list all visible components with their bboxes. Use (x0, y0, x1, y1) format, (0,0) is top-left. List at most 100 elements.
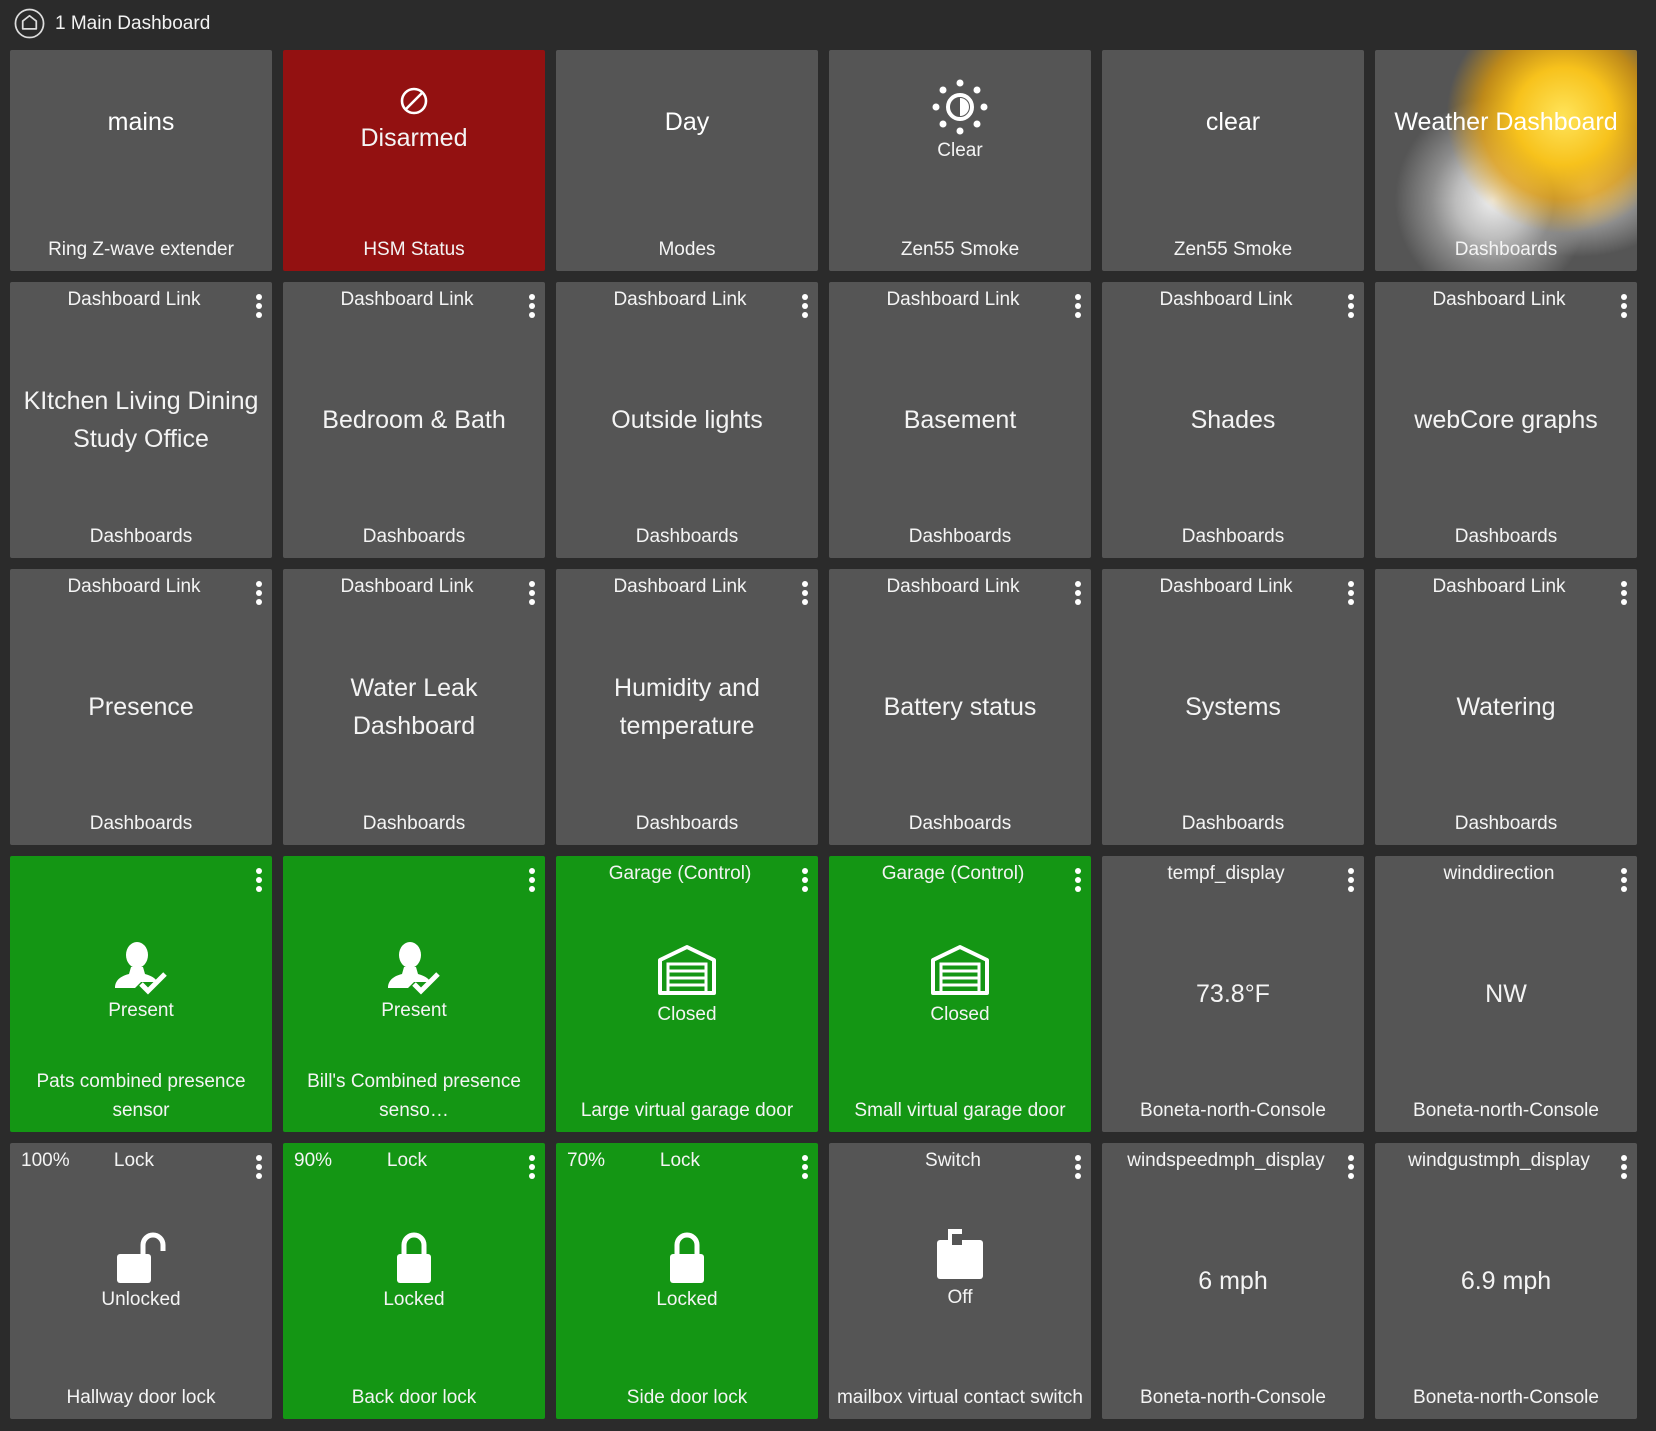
tile-dashboard-link-systems[interactable]: Dashboard Link Systems Dashboards (1102, 569, 1364, 845)
tile-menu-icon[interactable] (1348, 581, 1354, 605)
tile-device-name: Side door lock (626, 1387, 748, 1408)
lock-icon (397, 1232, 431, 1283)
tile-label: tempf_display (1167, 863, 1285, 884)
tile-device-name: HSM Status (363, 239, 465, 260)
tile-state: Closed (930, 1004, 990, 1025)
lock-icon (670, 1232, 704, 1283)
disarmed-icon (400, 87, 428, 115)
tile-state: Bedroom & Bath (322, 406, 506, 434)
tile-wind-speed[interactable]: windspeedmph_display 6 mph Boneta-north-… (1102, 1143, 1364, 1419)
tile-label: Dashboard Link (613, 576, 747, 597)
tile-dashboard-link-bedroom[interactable]: Dashboard Link Bedroom & Bath Dashboards (283, 282, 545, 558)
tile-menu-icon[interactable] (802, 868, 808, 892)
tile-dashboard-link-outside-lights[interactable]: Dashboard Link Outside lights Dashboards (556, 282, 818, 558)
tile-state: KItchen Living Dining Study Office (23, 387, 259, 453)
garage-icon (658, 945, 716, 995)
tile-menu-icon[interactable] (256, 868, 262, 892)
tile-state: Systems (1185, 693, 1281, 721)
person-check-icon (388, 942, 440, 995)
tile-lock-back-door[interactable]: 90% Lock Locked Back door lock (283, 1143, 545, 1419)
tile-device-name: Boneta-north-Console (1413, 1387, 1599, 1408)
tile-wind-gust[interactable]: windgustmph_display 6.9 mph Boneta-north… (1375, 1143, 1637, 1419)
tile-lock-hallway[interactable]: 100% Lock Unlocked Hallway door lock (10, 1143, 272, 1419)
tile-state: Locked (656, 1289, 718, 1310)
tile-menu-icon[interactable] (529, 868, 535, 892)
tile-state: Watering (1456, 693, 1556, 721)
tile-modes[interactable]: Day Modes (556, 50, 818, 271)
tile-dashboard-link-water-leak[interactable]: Dashboard Link Water Leak Dashboard Dash… (283, 569, 545, 845)
tile-dashboard-link-presence[interactable]: Dashboard Link Presence Dashboards (10, 569, 272, 845)
tile-lock-side-door[interactable]: 70% Lock Locked Side door lock (556, 1143, 818, 1419)
tile-menu-icon[interactable] (802, 1155, 808, 1179)
tile-label: winddirection (1443, 863, 1555, 884)
tile-menu-icon[interactable] (256, 1155, 262, 1179)
tile-smoke-clear-icon[interactable]: Clear Zen55 Smoke (829, 50, 1091, 271)
tile-menu-icon[interactable] (1075, 294, 1081, 318)
tile-device-name: Dashboards (89, 526, 193, 547)
tile-dashboard-link-basement[interactable]: Dashboard Link Basement Dashboards (829, 282, 1091, 558)
tile-menu-icon[interactable] (1621, 868, 1627, 892)
tile-menu-icon[interactable] (1621, 581, 1627, 605)
tile-dashboard-link-kitchen[interactable]: Dashboard Link KItchen Living Dining Stu… (10, 282, 272, 558)
tile-menu-icon[interactable] (1075, 868, 1081, 892)
tile-presence-bill[interactable]: Present Bill's Combined presence senso… (283, 856, 545, 1132)
tile-temperature[interactable]: tempf_display 73.8°F Boneta-north-Consol… (1102, 856, 1364, 1132)
tile-state: Water Leak Dashboard (350, 674, 478, 740)
unlock-icon (117, 1232, 166, 1283)
tile-dashboard-link-battery[interactable]: Dashboard Link Battery status Dashboards (829, 569, 1091, 845)
tile-label: Dashboard Link (886, 576, 1020, 597)
tile-menu-icon[interactable] (256, 294, 262, 318)
tile-menu-icon[interactable] (1621, 294, 1627, 318)
tile-garage-large[interactable]: Garage (Control) Closed Large virtual ga… (556, 856, 818, 1132)
home-icon[interactable] (14, 8, 45, 39)
tile-device-name: Back door lock (351, 1387, 477, 1408)
tile-state: Day (664, 108, 710, 136)
tile-device-name: Dashboards (908, 526, 1012, 547)
tile-switch-mailbox[interactable]: Switch Off mailbox virtual contact switc… (829, 1143, 1091, 1419)
tile-menu-icon[interactable] (1348, 1155, 1354, 1179)
tile-label: Dashboard Link (1432, 576, 1566, 597)
tile-label: windspeedmph_display (1127, 1150, 1325, 1171)
dashboard-title: 1 Main Dashboard (55, 12, 211, 34)
tile-device-name: Pats combined presence sensor (36, 1071, 246, 1121)
tile-weather-dashboard[interactable]: Weather Dashboard Dashboards (1375, 50, 1637, 271)
tile-device-name: Boneta-north-Console (1140, 1100, 1326, 1121)
tile-menu-icon[interactable] (529, 581, 535, 605)
tile-device-name: Boneta-north-Console (1140, 1387, 1326, 1408)
tile-device-name: Dashboards (362, 813, 466, 834)
tile-dashboard-link-shades[interactable]: Dashboard Link Shades Dashboards (1102, 282, 1364, 558)
tile-smoke-clear[interactable]: clear Zen55 Smoke (1102, 50, 1364, 271)
tile-menu-icon[interactable] (1075, 1155, 1081, 1179)
tile-menu-icon[interactable] (529, 1155, 535, 1179)
tile-device-name: Dashboards (1454, 526, 1558, 547)
tile-state: Outside lights (611, 406, 763, 434)
tile-state: 6.9 mph (1460, 1267, 1552, 1295)
tile-hsm-status[interactable]: Disarmed HSM Status (283, 50, 545, 271)
tile-device-name: Boneta-north-Console (1413, 1100, 1599, 1121)
tile-dashboard-link-watering[interactable]: Dashboard Link Watering Dashboards (1375, 569, 1637, 845)
tile-dashboard-link-humidity[interactable]: Dashboard Link Humidity and temperature … (556, 569, 818, 845)
tile-menu-icon[interactable] (1348, 294, 1354, 318)
tile-power-source[interactable]: mains Ring Z-wave extender (10, 50, 272, 271)
tile-state: 6 mph (1198, 1267, 1268, 1295)
tile-menu-icon[interactable] (1075, 581, 1081, 605)
tile-menu-icon[interactable] (529, 294, 535, 318)
switch-off-icon (937, 1229, 983, 1279)
tile-label: Lock (386, 1150, 428, 1171)
tile-state: Battery status (883, 693, 1037, 721)
tile-menu-icon[interactable] (1621, 1155, 1627, 1179)
tile-wind-direction[interactable]: winddirection NW Boneta-north-Console (1375, 856, 1637, 1132)
tile-device-name: Dashboards (89, 813, 193, 834)
tile-menu-icon[interactable] (256, 581, 262, 605)
tile-state: clear (1205, 108, 1261, 136)
tile-label: Dashboard Link (886, 289, 1020, 310)
tile-presence-pat[interactable]: Present Pats combined presence sensor (10, 856, 272, 1132)
tile-dashboard-link-webcore[interactable]: Dashboard Link webCore graphs Dashboards (1375, 282, 1637, 558)
tile-menu-icon[interactable] (802, 581, 808, 605)
tile-grid: mains Ring Z-wave extender Disarmed HSM … (10, 50, 1637, 1419)
tile-menu-icon[interactable] (1348, 868, 1354, 892)
tile-menu-icon[interactable] (802, 294, 808, 318)
tile-state: mains (107, 108, 175, 136)
tile-garage-small[interactable]: Garage (Control) Closed Small virtual ga… (829, 856, 1091, 1132)
garage-icon (931, 945, 989, 995)
